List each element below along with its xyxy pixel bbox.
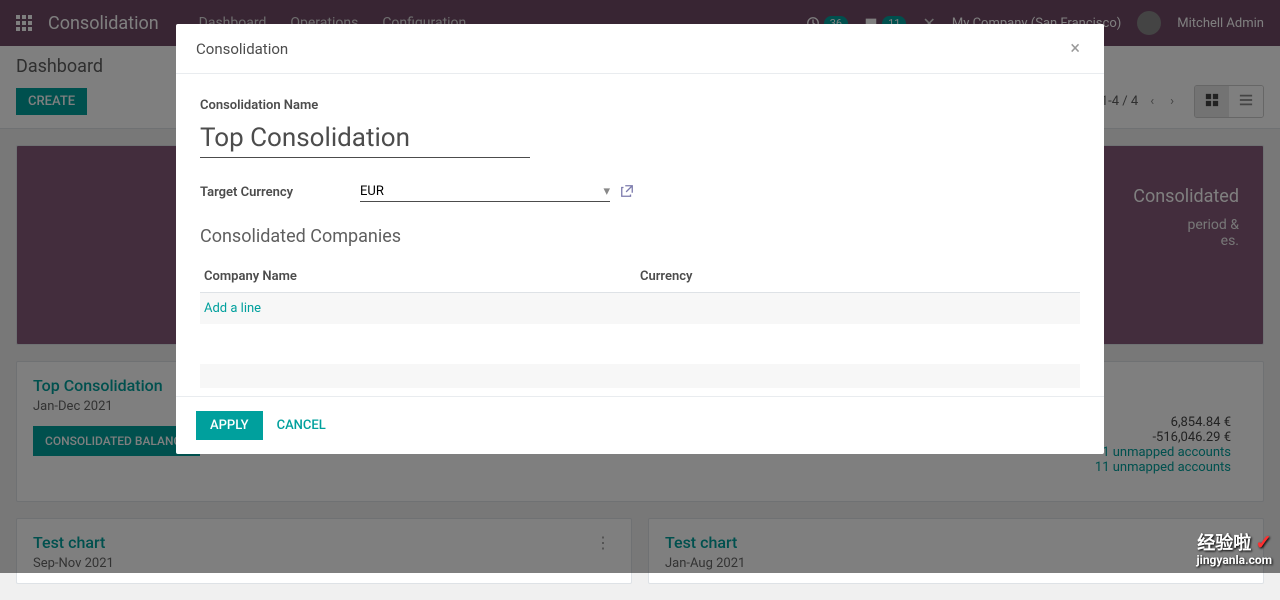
table-row: Add a line (200, 293, 1080, 324)
section-title: Consolidated Companies (200, 226, 1080, 247)
modal-footer: APPLY CANCEL (176, 396, 1104, 454)
watermark-text: 经验啦 (1197, 533, 1251, 554)
consolidation-name-input[interactable] (200, 119, 530, 158)
add-line-link[interactable]: Add a line (204, 301, 261, 316)
currency-value: EUR (360, 184, 384, 199)
modal-overlay[interactable]: Consolidation × Consolidation Name Targe… (0, 0, 1280, 573)
currency-select[interactable]: EUR ▾ (360, 182, 610, 202)
check-icon: ✓ (1255, 530, 1272, 554)
modal-body: Consolidation Name Target Currency EUR ▾… (176, 74, 1104, 396)
watermark: 经验啦✓ jingyanla.com (1197, 531, 1272, 567)
apply-button[interactable]: APPLY (196, 411, 263, 440)
caret-down-icon: ▾ (603, 184, 610, 199)
col-company-name: Company Name (204, 269, 640, 284)
watermark-url: jingyanla.com (1197, 554, 1272, 567)
modal-title: Consolidation (196, 40, 288, 58)
consolidation-modal: Consolidation × Consolidation Name Targe… (176, 24, 1104, 454)
modal-header: Consolidation × (176, 24, 1104, 74)
external-link-icon[interactable] (620, 183, 634, 202)
table-header: Company Name Currency (200, 261, 1080, 293)
name-label: Consolidation Name (200, 98, 1080, 113)
close-icon[interactable]: × (1066, 38, 1084, 59)
col-currency: Currency (640, 269, 1076, 284)
blank-row (200, 364, 1080, 388)
currency-label: Target Currency (200, 185, 320, 200)
cancel-button[interactable]: CANCEL (277, 418, 326, 433)
